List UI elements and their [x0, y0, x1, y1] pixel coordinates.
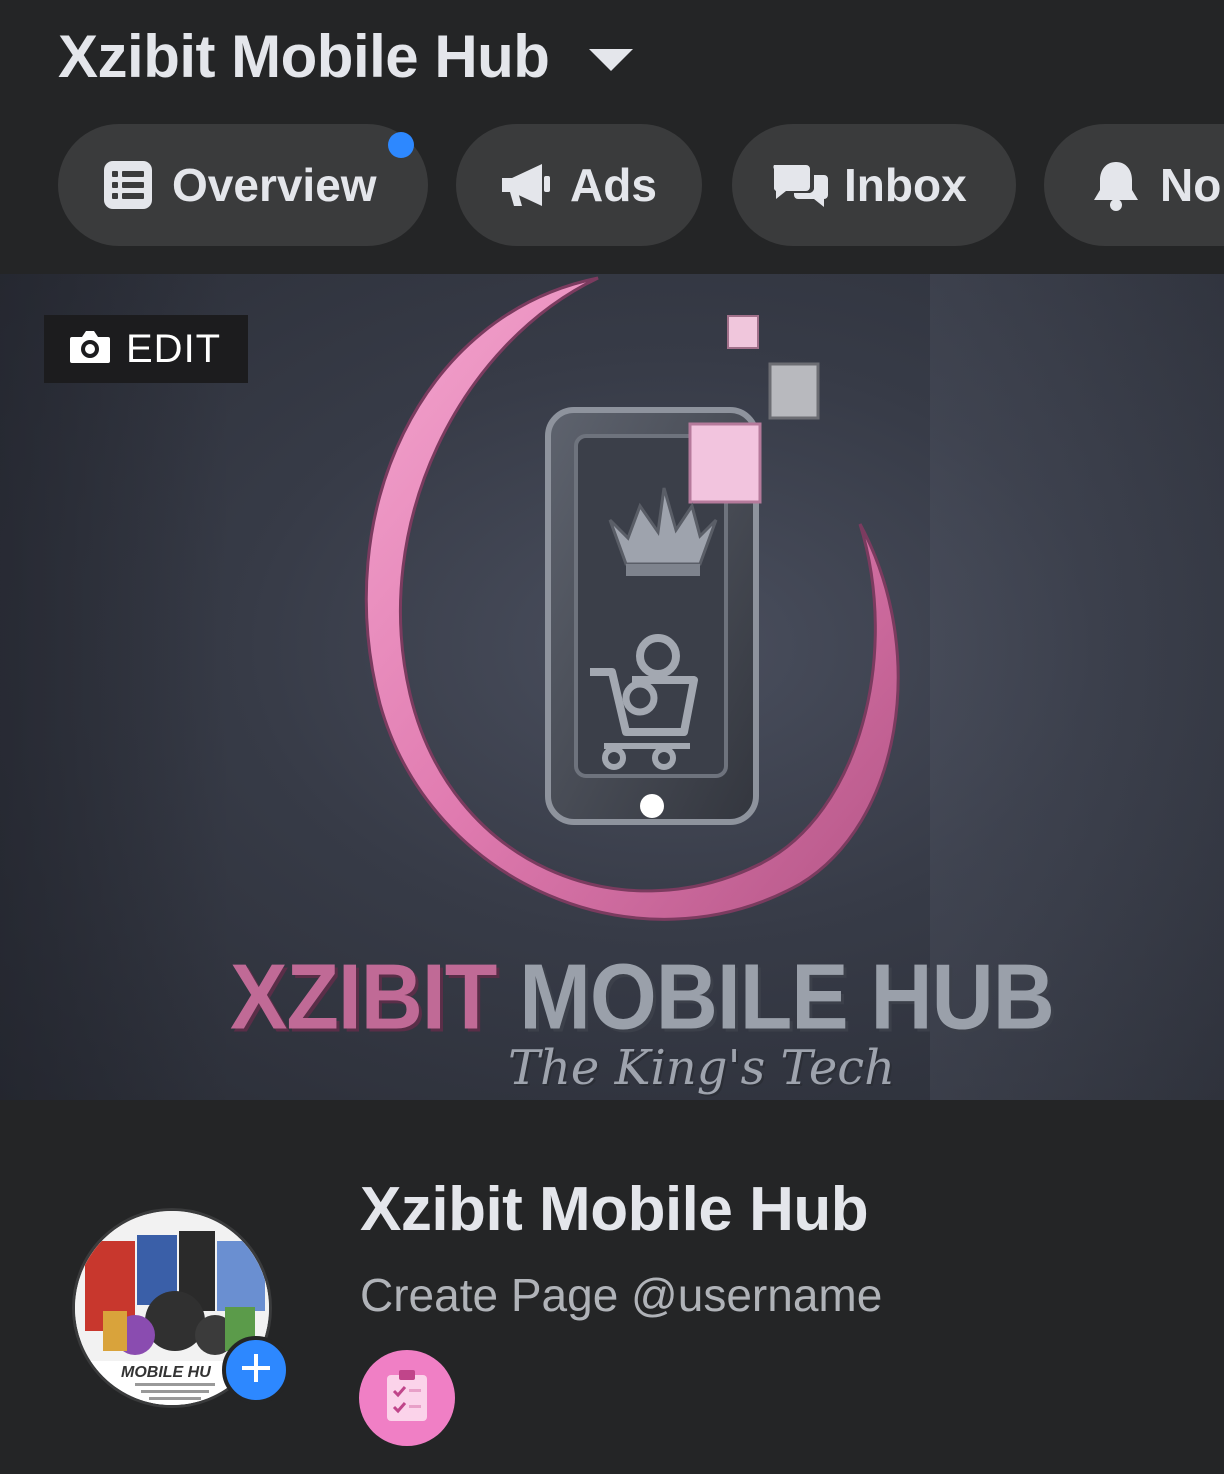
cover-tagline: The King's Tech [508, 1040, 896, 1096]
notification-dot [388, 132, 414, 158]
list-icon [98, 155, 158, 215]
profile-section: MOBILE HU Xzibit Mobile Hub Create Page … [0, 1100, 1224, 1474]
tab-inbox[interactable]: Inbox [732, 124, 1016, 246]
chat-bubbles-icon [770, 155, 830, 215]
megaphone-icon [496, 155, 556, 215]
clipboard-checklist-icon [385, 1369, 429, 1428]
camera-icon [68, 329, 112, 370]
tab-ads[interactable]: Ads [456, 124, 702, 246]
edit-cover-label: EDIT [126, 326, 222, 371]
bell-icon [1086, 155, 1146, 215]
tab-inbox-label: Inbox [844, 159, 967, 211]
caret-down-icon [589, 48, 634, 71]
profile-page-name: Xzibit Mobile Hub [360, 1175, 869, 1244]
tab-notifications[interactable]: No [1044, 124, 1224, 246]
add-profile-photo-button[interactable] [222, 1336, 290, 1404]
page-title: Xzibit Mobile Hub [58, 23, 550, 90]
cover-brand-name: XZIBIT MOBILE HUB [230, 944, 1055, 1051]
cover-brand-word1: XZIBIT [230, 945, 497, 1049]
page-switcher[interactable]: Xzibit Mobile Hub [58, 22, 634, 91]
cover-brand-word2: MOBILE HUB [519, 945, 1055, 1049]
tab-ads-label: Ads [570, 159, 657, 211]
tab-overview-label: Overview [172, 159, 377, 211]
plus-icon [240, 1352, 272, 1389]
edit-cover-button[interactable]: EDIT [44, 315, 248, 383]
avatar-logo-text: MOBILE HU [121, 1364, 211, 1381]
create-username-link[interactable]: Create Page @username [360, 1268, 882, 1322]
cover-photo[interactable]: EDIT XZIBIT MOBILE HUB The King's Tech [0, 274, 1224, 1100]
tab-notifications-label: No [1160, 159, 1222, 211]
tab-overview[interactable]: Overview [58, 124, 428, 246]
page-header: Xzibit Mobile Hub Overview Ads Inbox No [0, 0, 1224, 274]
page-tasks-button[interactable] [359, 1350, 455, 1446]
tab-bar: Overview Ads Inbox No [58, 124, 1224, 246]
